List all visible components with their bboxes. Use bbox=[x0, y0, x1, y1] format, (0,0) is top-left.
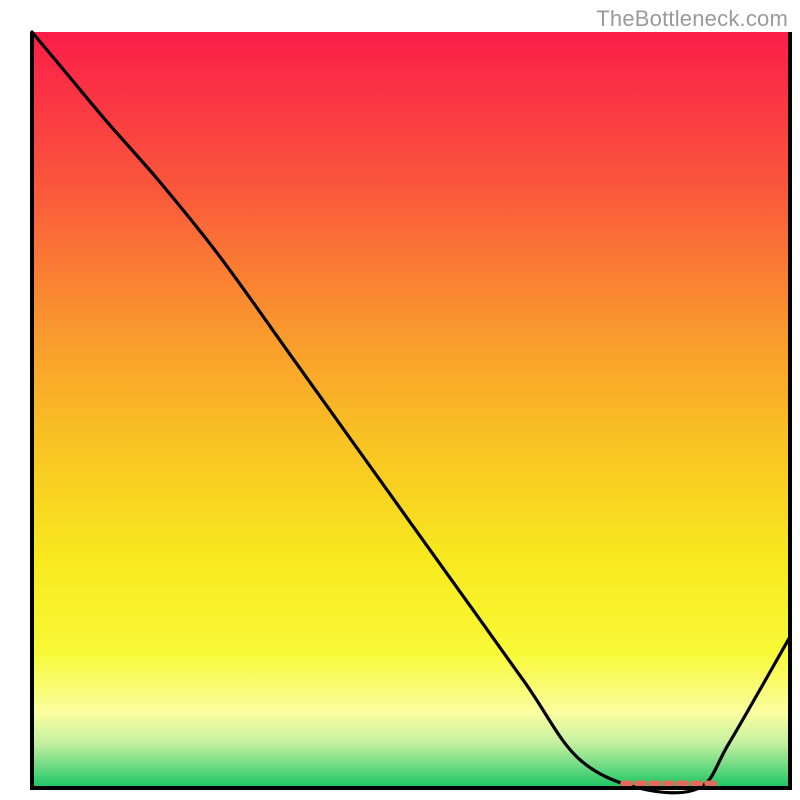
plot-background bbox=[32, 32, 790, 788]
plot-area bbox=[32, 32, 790, 793]
bottleneck-chart bbox=[0, 0, 800, 800]
